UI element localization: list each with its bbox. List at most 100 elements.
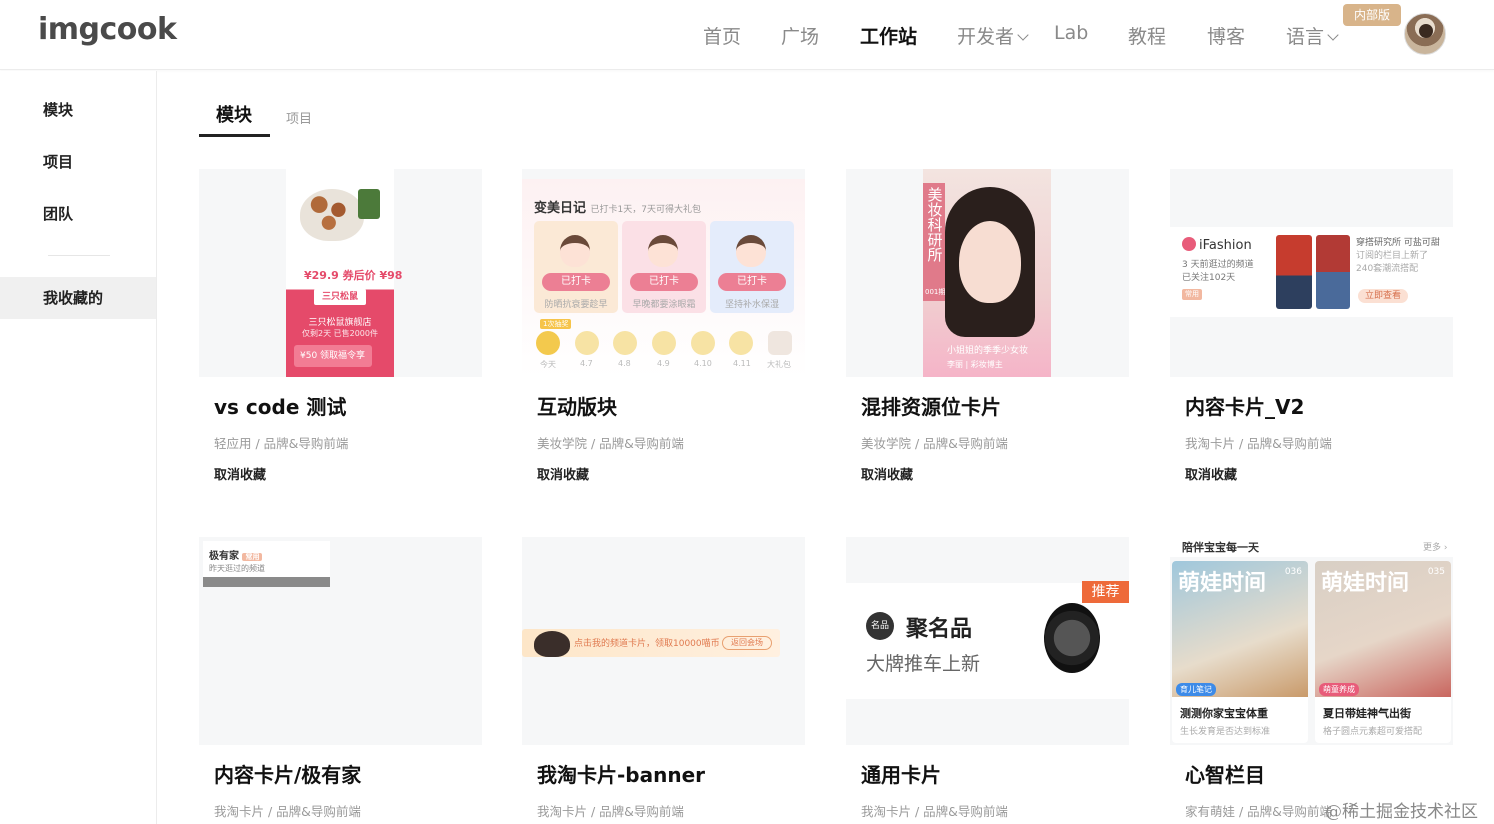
card-title[interactable]: 内容卡片/极有家 <box>214 759 361 788</box>
preview-sub-line2: 已关注102天 <box>1182 273 1236 283</box>
brand-logo: 名品 <box>866 612 894 640</box>
imgcook-logo[interactable]: imgcook <box>38 12 177 47</box>
issue-number: 001期 <box>925 288 946 296</box>
preview-shop: 三只松鼠旗舰店 仅剩2天 已售2000件 <box>286 315 394 339</box>
day-dot <box>613 331 637 355</box>
module-card[interactable]: 推荐 名品 聚名品 大牌推车上新 通用卡片 我淘卡片 / 品牌&导购前端 <box>846 537 1129 824</box>
nav-lab[interactable]: Lab <box>1054 22 1088 44</box>
face-illustration <box>736 235 766 267</box>
ifashion-card-preview: iFashion 3 天前逛过的频道 已关注102天 常用 穿搭研究所 可盐可甜订… <box>1170 227 1453 317</box>
card-title[interactable]: 互动版块 <box>537 391 617 420</box>
card-title[interactable]: 混排资源位卡片 <box>861 391 1001 420</box>
nav-workstation[interactable]: 工作站 <box>860 22 917 49</box>
column-number: 035 <box>1427 567 1445 577</box>
card-thumbnail[interactable]: 陪伴宝宝每一天 更多 › 萌娃时间 036 育儿笔记 测测你家宝宝体重 生长发育… <box>1170 537 1453 745</box>
module-card[interactable]: 极有家 常用 昨天逛过的频道 内容卡片/极有家 我淘卡片 / 品牌&导购前端 <box>199 537 482 824</box>
checked-badge: 已打卡 <box>630 273 698 291</box>
card-meta: 轻应用 / 品牌&导购前端 <box>214 436 349 451</box>
checkin-panel: 已打卡 早晚都要涂眼霜 <box>622 221 706 313</box>
card-title[interactable]: 通用卡片 <box>861 759 941 788</box>
module-card[interactable]: 陪伴宝宝每一天 更多 › 萌娃时间 036 育儿笔记 测测你家宝宝体重 生长发育… <box>1170 537 1453 824</box>
chevron-down-icon <box>1327 29 1339 41</box>
column-sub: 格子圆点元素超可爱搭配 <box>1323 727 1423 737</box>
watermark: @稀土掘金技术社区 <box>1325 802 1478 822</box>
user-avatar[interactable] <box>1404 13 1446 55</box>
column-item: 萌娃时间 036 育儿笔记 测测你家宝宝体重 生长发育是否达到标准 <box>1172 561 1308 743</box>
card-thumbnail[interactable]: ¥29.9 券后价 ¥98 三只松鼠 三只松鼠旗舰店 仅剩2天 已售2000件 ¥… <box>199 169 482 377</box>
module-card[interactable]: ¥29.9 券后价 ¥98 三只松鼠 三只松鼠旗舰店 仅剩2天 已售2000件 ¥… <box>199 169 482 489</box>
preview-brand-text: iFashion <box>1199 238 1252 253</box>
avatar-figure <box>1419 24 1433 38</box>
preview-tag: 常用 <box>1182 289 1202 300</box>
brand-name: 聚名品 <box>906 617 973 642</box>
jiyoujia-card-preview: 极有家 常用 昨天逛过的频道 <box>203 541 330 587</box>
column-number: 036 <box>1284 567 1302 577</box>
card-thumbnail[interactable]: 美妆科研所 001期 小姐姐的季季少女妆 李丽 | 彩妆博主 <box>846 169 1129 377</box>
banner-button: 返回会场 <box>722 636 772 650</box>
preview-title-text: 极有家 <box>209 551 239 562</box>
day-label: 4.8 <box>618 359 631 368</box>
card-title[interactable]: 心智栏目 <box>1185 759 1265 788</box>
module-card[interactable]: iFashion 3 天前逛过的频道 已关注102天 常用 穿搭研究所 可盐可甜订… <box>1170 169 1453 489</box>
column-caption: 夏日带娃神气出街 <box>1323 707 1411 720</box>
nav-language[interactable]: 语言 <box>1286 22 1339 49</box>
module-card[interactable]: 点击我的频道卡片，领取10000喵币 返回会场 我淘卡片-banner 我淘卡片… <box>522 537 805 824</box>
checked-badge: 已打卡 <box>718 273 786 291</box>
tab-modules[interactable]: 模块 <box>216 101 252 127</box>
unfavorite-button[interactable]: 取消收藏 <box>537 464 589 483</box>
sidebar-divider <box>48 255 110 256</box>
card-thumbnail[interactable]: 推荐 名品 聚名品 大牌推车上新 <box>846 537 1129 745</box>
card-meta: 我淘卡片 / 品牌&导购前端 <box>214 804 361 819</box>
card-title[interactable]: vs code 测试 <box>214 391 346 420</box>
sidebar-item-favorites[interactable]: 我收藏的 <box>0 277 156 319</box>
card-thumbnail[interactable]: iFashion 3 天前逛过的频道 已关注102天 常用 穿搭研究所 可盐可甜订… <box>1170 169 1453 377</box>
preview-user: 李丽 | 彩妆博主 <box>947 360 1003 369</box>
nav-square[interactable]: 广场 <box>781 22 819 49</box>
card-thumbnail[interactable]: 变美日记 已打卡1天，7天可得大礼包 已打卡 防晒抗衰要趁早 已打卡 早晚都要涂… <box>522 169 805 377</box>
unfavorite-button[interactable]: 取消收藏 <box>861 464 913 483</box>
tab-projects[interactable]: 项目 <box>286 108 312 127</box>
card-thumbnail[interactable]: 点击我的频道卡片，领取10000喵币 返回会场 <box>522 537 805 745</box>
unfavorite-button[interactable]: 取消收藏 <box>214 464 266 483</box>
column-item: 萌娃时间 035 萌童养成 夏日带娃神气出街 格子圆点元素超可爱搭配 <box>1315 561 1451 743</box>
nav-home[interactable]: 首页 <box>703 22 741 49</box>
column-brand: 萌娃时间 <box>1321 571 1410 596</box>
card-title[interactable]: 内容卡片_V2 <box>1185 391 1304 420</box>
nav-tutorial[interactable]: 教程 <box>1128 22 1166 49</box>
nav-blog[interactable]: 博客 <box>1207 22 1245 49</box>
preview-shop-sub: 仅剩2天 已售2000件 <box>302 329 378 338</box>
day-dot <box>729 331 753 355</box>
nav-developer-label: 开发者 <box>957 26 1015 48</box>
day-dot <box>691 331 715 355</box>
day-label: 4.7 <box>580 359 593 368</box>
card-title[interactable]: 我淘卡片-banner <box>537 759 705 788</box>
column-preview-header: 陪伴宝宝每一天 更多 › <box>1170 537 1453 557</box>
card-meta: 美妆学院 / 品牌&导购前端 <box>861 436 1008 451</box>
unfavorite-button[interactable]: 取消收藏 <box>1185 464 1237 483</box>
preview-brand: iFashion <box>1182 237 1252 253</box>
card-thumbnail[interactable]: 极有家 常用 昨天逛过的频道 <box>199 537 482 745</box>
product-card-preview: ¥29.9 券后价 ¥98 三只松鼠 三只松鼠旗舰店 仅剩2天 已售2000件 ¥… <box>286 169 402 377</box>
day-dot <box>652 331 676 355</box>
vertical-title: 美妆科研所 <box>923 183 945 301</box>
checked-badge: 已打卡 <box>542 273 610 291</box>
preview-shop-name: 三只松鼠旗舰店 <box>308 318 372 328</box>
nav-developer[interactable]: 开发者 <box>957 22 1029 49</box>
preview-price: ¥29.9 券后价 ¥98 <box>304 269 403 282</box>
nav-language-label: 语言 <box>1286 26 1325 48</box>
sidebar-item-projects[interactable]: 项目 <box>0 141 156 183</box>
preview-caption: 小姐姐的季季少女妆 <box>947 346 1029 356</box>
card-meta: 我淘卡片 / 品牌&导购前端 <box>861 804 1008 819</box>
lottery-tag: 1次抽奖 <box>540 319 572 329</box>
panel-caption: 坚持补水保湿 <box>724 300 779 310</box>
banner-preview: 点击我的频道卡片，领取10000喵币 返回会场 <box>522 629 780 657</box>
preview-right-line1: 穿搭研究所 可盐可甜 <box>1356 238 1440 248</box>
module-card[interactable]: 变美日记 已打卡1天，7天可得大礼包 已打卡 防晒抗衰要趁早 已打卡 早晚都要涂… <box>522 169 805 489</box>
sidebar-item-team[interactable]: 团队 <box>0 193 156 235</box>
sidebar-item-modules[interactable]: 模块 <box>0 89 156 131</box>
card-meta: 家有萌娃 / 品牌&导购前端 <box>1185 804 1332 819</box>
preview-title: 变美日记 已打卡1天，7天可得大礼包 <box>534 197 701 216</box>
preview-right-line2: 订阅的栏目上新了 <box>1356 251 1429 261</box>
module-card[interactable]: 美妆科研所 001期 小姐姐的季季少女妆 李丽 | 彩妆博主 混排资源位卡片 美… <box>846 169 1129 489</box>
panel-caption: 早晚都要涂眼霜 <box>632 300 696 310</box>
